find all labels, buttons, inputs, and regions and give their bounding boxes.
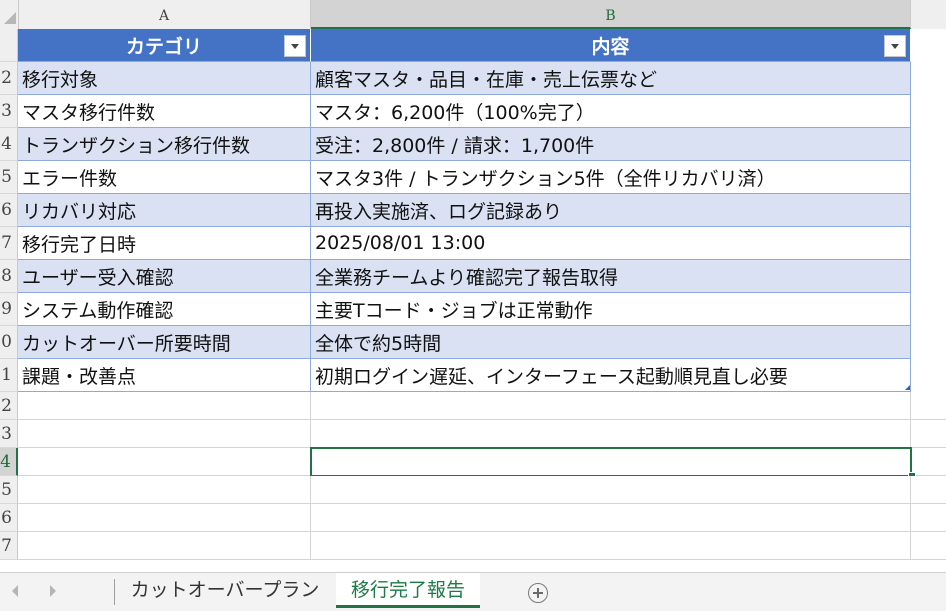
row-number: 4 bbox=[1, 134, 12, 154]
scroll-tabs-right-icon[interactable] bbox=[50, 585, 56, 597]
empty-cell[interactable] bbox=[18, 420, 311, 448]
empty-cell[interactable] bbox=[18, 392, 311, 420]
row-number: 16 bbox=[0, 507, 12, 528]
content-cell[interactable]: 顧客マスタ・品目・在庫・売上伝票など bbox=[311, 62, 911, 95]
tab-separator bbox=[114, 579, 115, 605]
active-cell-selection[interactable] bbox=[310, 447, 912, 477]
empty-cell[interactable] bbox=[911, 420, 946, 448]
row-number: 6 bbox=[1, 200, 12, 220]
category-cell[interactable]: リカバリ対応 bbox=[18, 194, 311, 227]
empty-cell[interactable] bbox=[311, 420, 911, 448]
empty-cell[interactable] bbox=[18, 504, 311, 532]
empty-cell[interactable] bbox=[311, 532, 911, 560]
content-cell[interactable]: 全体で約5時間 bbox=[311, 326, 911, 359]
category-cell[interactable]: 課題・改善点 bbox=[18, 359, 311, 392]
table-resize-handle-icon[interactable] bbox=[905, 385, 910, 390]
filter-dropdown-button[interactable] bbox=[284, 35, 306, 57]
empty-cell[interactable] bbox=[911, 392, 946, 420]
empty-cell[interactable] bbox=[911, 476, 946, 504]
row-header[interactable]: 13 bbox=[0, 420, 18, 448]
content-cell[interactable]: マスタ3件 / トランザクション5件（全件リカバリ済） bbox=[311, 161, 911, 194]
category-cell[interactable]: ユーザー受入確認 bbox=[18, 260, 311, 293]
filter-dropdown-button[interactable] bbox=[884, 35, 906, 57]
column-header-a[interactable]: A bbox=[18, 0, 311, 29]
row-header[interactable]: 15 bbox=[0, 476, 18, 504]
empty-cell[interactable] bbox=[311, 392, 911, 420]
empty-cell[interactable] bbox=[18, 476, 311, 504]
tab-cutover-plan[interactable]: カットオーバープラン bbox=[116, 573, 334, 608]
empty-cell[interactable] bbox=[911, 504, 946, 532]
content-cell[interactable]: 主要Tコード・ジョブは正常動作 bbox=[311, 293, 911, 326]
row-number: 15 bbox=[0, 479, 12, 500]
sheet-tab-bar: カットオーバープラン 移行完了報告 bbox=[0, 572, 946, 611]
category-cell[interactable]: 移行対象 bbox=[18, 62, 311, 95]
category-cell[interactable]: トランザクション移行件数 bbox=[18, 128, 311, 161]
row-number: 11 bbox=[0, 365, 12, 385]
row-number: 8 bbox=[1, 266, 12, 286]
content-cell[interactable]: マスタ：6,200件（100%完了） bbox=[311, 95, 911, 128]
row-header[interactable]: 7 bbox=[0, 227, 18, 260]
content-cell[interactable]: 全業務チームより確認完了報告取得 bbox=[311, 260, 911, 293]
row-number: 5 bbox=[1, 167, 12, 187]
category-cell[interactable]: エラー件数 bbox=[18, 161, 311, 194]
empty-cell[interactable] bbox=[911, 448, 946, 476]
row-header[interactable]: 11 bbox=[0, 359, 18, 392]
row-number: 10 bbox=[0, 332, 12, 352]
header-cell-content[interactable]: 内容 bbox=[311, 29, 911, 62]
empty-cell[interactable] bbox=[911, 532, 946, 560]
row-header[interactable]: 8 bbox=[0, 260, 18, 293]
header-cell-category[interactable]: カテゴリ bbox=[18, 29, 311, 62]
row-header[interactable]: 16 bbox=[0, 504, 18, 532]
select-all-corner[interactable] bbox=[0, 0, 19, 29]
row-header[interactable]: 12 bbox=[0, 392, 18, 420]
add-sheet-icon[interactable] bbox=[528, 583, 548, 603]
row-header[interactable]: 14 bbox=[0, 448, 18, 476]
row-number: 2 bbox=[1, 68, 12, 88]
row-header[interactable]: 5 bbox=[0, 161, 18, 194]
row-number: 3 bbox=[1, 101, 12, 121]
category-cell[interactable]: システム動作確認 bbox=[18, 293, 311, 326]
row-number: 13 bbox=[0, 423, 12, 444]
empty-cell[interactable] bbox=[18, 532, 311, 560]
row-number: 14 bbox=[0, 451, 11, 472]
content-cell[interactable]: 2025/08/01 13:00 bbox=[311, 227, 911, 260]
content-cell[interactable]: 初期ログイン遅延、インターフェース起動順見直し必要 bbox=[311, 359, 911, 392]
row-header[interactable]: 17 bbox=[0, 532, 18, 560]
row-number: 17 bbox=[0, 535, 12, 556]
row-header[interactable]: 4 bbox=[0, 128, 18, 161]
row-header[interactable]: 9 bbox=[0, 293, 18, 326]
empty-cell[interactable] bbox=[311, 504, 911, 532]
row-header[interactable]: 6 bbox=[0, 194, 18, 227]
row-number: 12 bbox=[0, 395, 12, 416]
category-cell[interactable]: 移行完了日時 bbox=[18, 227, 311, 260]
row-header[interactable]: 10 bbox=[0, 326, 18, 359]
tab-migration-report[interactable]: 移行完了報告 bbox=[336, 573, 480, 608]
column-header-b[interactable]: B bbox=[311, 0, 911, 29]
chevron-down-icon bbox=[291, 44, 299, 49]
empty-cell[interactable] bbox=[18, 448, 311, 476]
scroll-tabs-left-icon[interactable] bbox=[12, 585, 18, 597]
content-cell[interactable]: 受注：2,800件 / 請求：1,700件 bbox=[311, 128, 911, 161]
chevron-down-icon bbox=[891, 44, 899, 49]
select-all-icon bbox=[4, 12, 16, 24]
column-header-bar: A B bbox=[0, 0, 946, 30]
row-number: 7 bbox=[1, 233, 12, 253]
category-cell[interactable]: カットオーバー所要時間 bbox=[18, 326, 311, 359]
category-cell[interactable]: マスタ移行件数 bbox=[18, 95, 311, 128]
empty-cell[interactable] bbox=[311, 476, 911, 504]
row-header[interactable]: 2 bbox=[0, 62, 18, 95]
content-cell[interactable]: 再投入実施済、ログ記録あり bbox=[311, 194, 911, 227]
row-header[interactable]: 3 bbox=[0, 95, 18, 128]
spreadsheet-grid[interactable]: A B カテゴリ 内容 2 移行対象 顧客マスタ・品目・在庫・売上伝票など 3 マスタ移行件… bbox=[0, 0, 946, 572]
row-number: 9 bbox=[1, 299, 12, 319]
row-header[interactable] bbox=[0, 29, 18, 62]
column-c-area[interactable] bbox=[911, 29, 946, 392]
